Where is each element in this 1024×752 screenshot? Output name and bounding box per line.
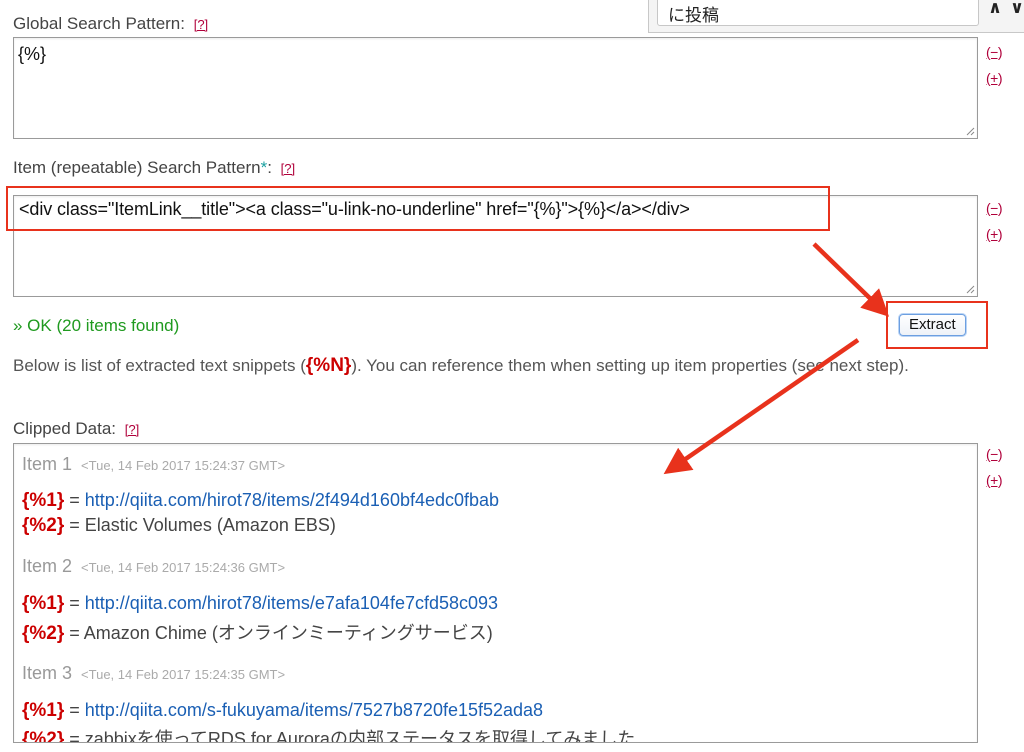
equals-sign: =	[64, 515, 85, 535]
item-title: Item 1	[22, 454, 73, 474]
clipped-item-var1-line: {%1} = http://qiita.com/hirot78/items/2f…	[22, 490, 499, 512]
post-target-select[interactable]: に投稿	[657, 0, 979, 26]
item-url: http://qiita.com/hirot78/items/2f494d160…	[84, 490, 500, 510]
item-title-value: zabbixを使ってRDS for Auroraの内部ステータスを取得してみまし…	[84, 729, 636, 743]
scroll-up-button[interactable]: ∧	[985, 0, 1005, 24]
clipped-data-box[interactable]: Item 1 <Tue, 14 Feb 2017 15:24:37 GMT> {…	[13, 443, 978, 743]
extract-description: Below is list of extracted text snippets…	[13, 354, 978, 378]
item-url: http://qiita.com/s-fukuyama/items/7527b8…	[84, 700, 544, 720]
item-pattern-label: Item (repeatable) Search Pattern	[13, 158, 261, 177]
clipped-item-var2-line: {%2} = Amazon Chime (オンラインミーティングサービス)	[22, 619, 493, 645]
item-pattern-value: <div class="ItemLink__title"><a class="u…	[19, 199, 690, 219]
var-token: {%1}	[22, 490, 65, 511]
var-token: {%2}	[22, 623, 65, 644]
item-date: <Tue, 14 Feb 2017 15:24:36 GMT>	[81, 560, 286, 575]
item-title-value: Amazon Chime (オンラインミーティングサービス)	[83, 623, 493, 643]
global-pattern-value: {%}	[18, 44, 47, 64]
global-pattern-label: Global Search Pattern:	[13, 14, 185, 33]
status-ok-text: » OK (20 items found)	[13, 316, 180, 335]
item-title: Item 3	[22, 663, 73, 683]
description-before: Below is list of extracted text snippets…	[13, 356, 306, 375]
clipped-item-header: Item 3 <Tue, 14 Feb 2017 15:24:35 GMT>	[22, 663, 285, 684]
clipped-item-var2-line: {%2} = Elastic Volumes (Amazon EBS)	[22, 515, 336, 537]
var-token: {%1}	[22, 593, 65, 614]
scroll-down-button[interactable]: ∨	[1009, 0, 1024, 24]
chevron-up-icon: ∧	[988, 0, 1002, 17]
item-title-value: Elastic Volumes (Amazon EBS)	[84, 515, 336, 535]
post-target-value: に投稿	[668, 6, 719, 25]
resize-handle-icon[interactable]	[965, 126, 975, 136]
equals-sign: =	[64, 623, 84, 643]
item-pattern-help-link[interactable]: [?]	[281, 161, 295, 176]
resize-handle-icon[interactable]	[965, 284, 975, 294]
equals-sign: =	[64, 729, 85, 743]
description-after: ). You can reference them when setting u…	[351, 356, 909, 375]
clipped-item-var2-line: {%2} = zabbixを使ってRDS for Auroraの内部ステータスを…	[22, 725, 636, 743]
description-var: {%N}	[305, 355, 352, 376]
global-pattern-label-row: Global Search Pattern: [?]	[13, 14, 208, 34]
clipped-shrink-link[interactable]: (−)	[986, 446, 1003, 462]
item-date: <Tue, 14 Feb 2017 15:24:35 GMT>	[81, 667, 286, 682]
extract-button[interactable]: Extract	[899, 314, 966, 336]
equals-sign: =	[64, 490, 85, 510]
clipped-item-header: Item 2 <Tue, 14 Feb 2017 15:24:36 GMT>	[22, 556, 285, 577]
clipped-label-row: Clipped Data: [?]	[13, 419, 139, 439]
clipped-item-header: Item 1 <Tue, 14 Feb 2017 15:24:37 GMT>	[22, 454, 285, 475]
item-date: <Tue, 14 Feb 2017 15:24:37 GMT>	[81, 458, 286, 473]
clipped-expand-link[interactable]: (+)	[986, 472, 1003, 488]
equals-sign: =	[64, 700, 85, 720]
clipped-label: Clipped Data:	[13, 419, 117, 438]
item-pattern-expand-link[interactable]: (+)	[986, 226, 1003, 242]
var-token: {%1}	[22, 700, 65, 721]
clipped-item-var1-line: {%1} = http://qiita.com/hirot78/items/e7…	[22, 593, 498, 615]
global-pattern-expand-link[interactable]: (+)	[986, 70, 1003, 86]
var-token: {%2}	[22, 515, 65, 536]
var-token: {%2}	[22, 729, 65, 743]
item-pattern-label-row: Item (repeatable) Search Pattern*: [?]	[13, 158, 295, 178]
item-url: http://qiita.com/hirot78/items/e7afa104f…	[84, 593, 499, 613]
global-pattern-textarea[interactable]: {%}	[13, 37, 978, 139]
item-pattern-colon: :	[267, 158, 272, 177]
clipped-help-link[interactable]: [?]	[125, 422, 139, 437]
global-pattern-shrink-link[interactable]: (−)	[986, 44, 1003, 60]
item-pattern-shrink-link[interactable]: (−)	[986, 200, 1003, 216]
item-title: Item 2	[22, 556, 73, 576]
post-dropdown-panel: に投稿 ∧ ∨	[648, 0, 1024, 33]
global-pattern-help-link[interactable]: [?]	[194, 17, 208, 32]
clipped-item-var1-line: {%1} = http://qiita.com/s-fukuyama/items…	[22, 700, 543, 722]
equals-sign: =	[64, 593, 85, 613]
chevron-down-icon: ∨	[1010, 0, 1024, 17]
